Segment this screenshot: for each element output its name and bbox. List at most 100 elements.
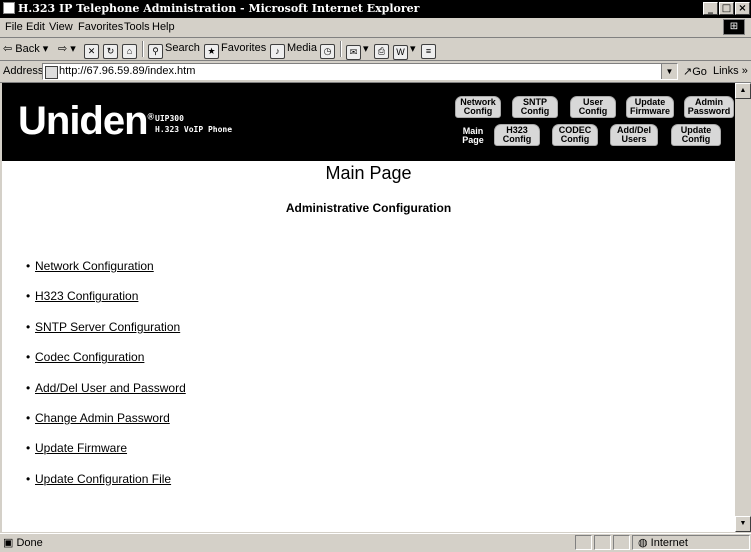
link-h323-configuration[interactable]: H323 Configuration xyxy=(35,289,138,303)
home-icon: ⌂ xyxy=(122,44,137,59)
list-item: • Codec Configuration xyxy=(26,350,186,380)
link-update-configuration-file[interactable]: Update Configuration File xyxy=(35,472,171,486)
link-add-del-user[interactable]: Add/Del User and Password xyxy=(35,381,186,395)
address-input[interactable]: http://67.96.59.89/index.htm ▼ xyxy=(42,63,678,80)
nav-add-del-users[interactable]: Add/Del Users xyxy=(610,124,658,146)
scroll-down-icon[interactable]: ▼ xyxy=(735,516,751,532)
nav-admin-password[interactable]: Admin Password xyxy=(684,96,734,118)
config-links-list: • Network Configuration • H323 Configurati… xyxy=(26,259,186,502)
nav-network-config[interactable]: Network Config xyxy=(455,96,501,118)
scroll-up-icon[interactable]: ▲ xyxy=(735,83,751,99)
nav-sntp-config[interactable]: SNTP Config xyxy=(512,96,558,118)
mail-button[interactable]: ✉ ▾ xyxy=(346,42,369,60)
go-button[interactable]: ↗Go xyxy=(683,65,707,78)
print-button[interactable]: ⎙ xyxy=(374,42,391,59)
bullet-icon: • xyxy=(26,350,31,365)
header-banner: Uniden® UIP300 H.323 VoIP Phone Network … xyxy=(2,83,735,161)
zone-indicator: ◍ Internet xyxy=(638,536,688,549)
list-item: • SNTP Server Configuration xyxy=(26,320,186,350)
menu-favorites[interactable]: Favorites xyxy=(78,21,123,33)
address-bar: Address http://67.96.59.89/index.htm ▼ ↗… xyxy=(0,61,751,83)
history-icon: ◷ xyxy=(320,44,335,59)
list-item: • Add/Del User and Password xyxy=(26,381,186,411)
bullet-icon: • xyxy=(26,380,31,395)
status-bar: ▣ Done ◍ Internet xyxy=(0,533,751,552)
browser-window: H.323 IP Telephone Administration - Micr… xyxy=(0,0,751,551)
bullet-icon: • xyxy=(26,289,31,304)
window-title: H.323 IP Telephone Administration - Micr… xyxy=(18,2,420,15)
status-segment xyxy=(594,535,611,550)
title-bar[interactable]: H.323 IP Telephone Administration - Micr… xyxy=(0,0,751,18)
nav-codec-config[interactable]: CODEC Config xyxy=(552,124,598,146)
nav-update-config[interactable]: Update Config xyxy=(671,124,721,146)
status-text: ▣ Done xyxy=(3,536,43,549)
bullet-icon: • xyxy=(26,441,31,456)
menu-tools[interactable]: Tools xyxy=(124,21,150,33)
go-arrow-icon: ↗ xyxy=(683,66,693,78)
status-segment xyxy=(613,535,630,550)
list-item: • Network Configuration xyxy=(26,259,186,289)
media-button[interactable]: ♪ Media xyxy=(270,42,317,59)
minimize-button[interactable]: _ xyxy=(703,2,718,15)
address-label: Address xyxy=(3,65,44,77)
zone-label: Internet xyxy=(650,537,688,549)
nav-main-page[interactable]: Main Page xyxy=(460,127,486,145)
menu-edit[interactable]: Edit xyxy=(26,21,45,33)
refresh-button[interactable]: ↻ xyxy=(103,42,120,59)
model-info: UIP300 H.323 VoIP Phone xyxy=(155,113,232,135)
ie-app-icon[interactable] xyxy=(3,2,15,14)
menu-view[interactable]: View xyxy=(49,21,73,33)
link-update-firmware[interactable]: Update Firmware xyxy=(35,441,127,455)
bullet-icon: • xyxy=(26,410,31,425)
refresh-icon: ↻ xyxy=(103,44,118,59)
forward-button[interactable]: ⇨ ▾ xyxy=(58,42,76,55)
logo-text: Uniden xyxy=(18,99,149,143)
vertical-scrollbar[interactable]: ▲ ▼ xyxy=(735,83,751,532)
page-icon xyxy=(45,66,58,79)
history-button[interactable]: ◷ xyxy=(320,42,337,59)
back-arrow-icon: ⇦ xyxy=(3,43,13,55)
registered-mark: ® xyxy=(147,111,155,122)
list-item: • H323 Configuration xyxy=(26,289,186,319)
favorites-label: Favorites xyxy=(221,42,267,54)
page-done-icon: ▣ xyxy=(3,537,14,549)
list-item: • Change Admin Password xyxy=(26,411,186,441)
menu-help[interactable]: Help xyxy=(152,21,175,33)
stop-icon: ✕ xyxy=(84,44,99,59)
edit-button[interactable]: W ▾ xyxy=(393,42,416,60)
nav-user-config[interactable]: User Config xyxy=(570,96,616,118)
back-button[interactable]: ⇦ Back ▾ xyxy=(3,42,48,55)
forward-arrow-icon: ⇨ xyxy=(58,43,68,55)
address-dropdown-icon[interactable]: ▼ xyxy=(661,64,677,79)
page-subtitle: Administrative Configuration xyxy=(285,201,452,215)
nav-update-firmware[interactable]: Update Firmware xyxy=(626,96,674,118)
menu-file[interactable]: File xyxy=(5,21,23,33)
uniden-logo: Uniden® xyxy=(18,99,155,144)
model-description: H.323 VoIP Phone xyxy=(155,125,233,134)
link-sntp-server-configuration[interactable]: SNTP Server Configuration xyxy=(35,320,180,334)
standard-toolbar: ⇦ Back ▾ ⇨ ▾ ✕ ↻ ⌂ ⚲ Search ★ Favorites ♪ M… xyxy=(0,38,751,61)
home-button[interactable]: ⌂ xyxy=(122,42,139,59)
search-button[interactable]: ⚲ Search xyxy=(148,42,200,59)
link-codec-configuration[interactable]: Codec Configuration xyxy=(35,350,144,364)
window-controls: _ □ × xyxy=(703,2,750,15)
media-label: Media xyxy=(287,42,317,54)
list-item: • Update Configuration File xyxy=(26,472,186,502)
links-button[interactable]: Links » xyxy=(713,65,748,77)
link-change-admin-password[interactable]: Change Admin Password xyxy=(35,411,170,425)
favorites-button[interactable]: ★ Favorites xyxy=(204,42,266,59)
close-button[interactable]: × xyxy=(735,2,750,15)
page-title: Main Page xyxy=(325,163,412,183)
status-label: Done xyxy=(16,537,43,549)
link-network-configuration[interactable]: Network Configuration xyxy=(35,259,154,273)
discuss-button[interactable]: ≡ xyxy=(421,42,438,59)
bullet-icon: • xyxy=(26,259,31,273)
toolbar-separator xyxy=(142,41,144,57)
maximize-button[interactable]: □ xyxy=(719,2,734,15)
stop-button[interactable]: ✕ xyxy=(84,42,101,59)
favorites-icon: ★ xyxy=(204,44,219,59)
go-label: Go xyxy=(692,66,707,78)
address-url[interactable]: http://67.96.59.89/index.htm xyxy=(59,65,195,77)
nav-h323-config[interactable]: H323 Config xyxy=(494,124,540,146)
media-icon: ♪ xyxy=(270,44,285,59)
